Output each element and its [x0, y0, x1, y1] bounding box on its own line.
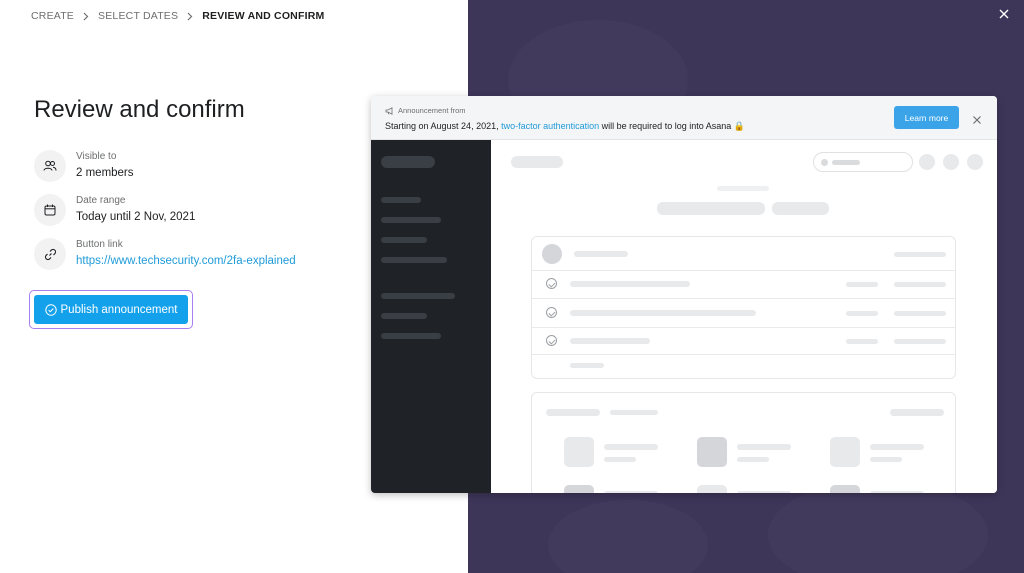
skeleton-bar — [604, 491, 658, 493]
skeleton-bar — [381, 257, 447, 263]
divider — [532, 354, 955, 355]
detail-date-range: Date range Today until 2 Nov, 2021 — [34, 194, 195, 226]
skeleton-bar — [870, 444, 924, 450]
skeleton-card — [531, 236, 956, 379]
skeleton-bar — [737, 444, 791, 450]
chevron-right-icon — [187, 12, 193, 21]
announcement-from: Announcement from — [385, 106, 466, 115]
skeleton-tile — [564, 437, 594, 467]
skeleton-tile — [830, 437, 860, 467]
preview-sidebar — [371, 140, 491, 493]
skeleton-bar — [570, 338, 650, 344]
date-range-label: Date range — [76, 195, 126, 206]
publish-button-focus-ring: Publish announcement — [29, 290, 193, 329]
learn-more-button[interactable]: Learn more — [894, 106, 959, 129]
skeleton-bar — [737, 491, 791, 493]
megaphone-icon — [385, 106, 394, 115]
breadcrumb-select-dates[interactable]: SELECT DATES — [98, 10, 178, 22]
skeleton-bar — [894, 339, 946, 344]
skeleton-bar — [546, 409, 600, 416]
check-icon — [546, 307, 557, 318]
detail-visible-to: Visible to 2 members — [34, 150, 134, 182]
skeleton-bar — [832, 160, 860, 165]
skeleton-bar — [657, 202, 765, 215]
skeleton-tile — [830, 485, 860, 493]
publish-announcement-button[interactable]: Publish announcement — [34, 295, 188, 324]
detail-button-link: Button link https://www.techsecurity.com… — [34, 238, 296, 270]
skeleton-bar — [381, 333, 441, 339]
skeleton-bar — [846, 282, 878, 287]
backdrop-texture — [548, 500, 708, 573]
skeleton-bar — [846, 311, 878, 316]
visible-to-label: Visible to — [76, 151, 117, 162]
announcement-preview: Announcement from Starting on August 24,… — [371, 96, 997, 493]
skeleton-bar — [381, 237, 427, 243]
skeleton-bar — [381, 197, 421, 203]
skeleton-bar — [570, 281, 690, 287]
check-icon — [546, 278, 557, 289]
divider — [532, 298, 955, 299]
skeleton-avatar — [943, 154, 959, 170]
preview-main — [491, 140, 997, 493]
button-link-url[interactable]: https://www.techsecurity.com/2fa-explain… — [76, 255, 296, 267]
publish-button-label: Publish announcement — [60, 303, 178, 316]
date-range-value: Today until 2 Nov, 2021 — [76, 211, 196, 223]
skeleton-bar — [574, 251, 628, 257]
button-link-label: Button link — [76, 239, 123, 250]
skeleton-bar — [381, 156, 435, 168]
skeleton-bar — [890, 409, 944, 416]
skeleton-bar — [604, 457, 636, 462]
skeleton-dot — [821, 159, 828, 166]
skeleton-bar — [570, 310, 756, 316]
breadcrumb-create[interactable]: CREATE — [31, 10, 74, 22]
banner-close-icon[interactable] — [972, 112, 982, 124]
skeleton-bar — [570, 363, 604, 368]
skeleton-bar — [511, 156, 563, 168]
check-circle-icon — [44, 303, 57, 316]
skeleton-bar — [717, 186, 769, 191]
skeleton-bar — [846, 339, 878, 344]
visible-to-value: 2 members — [76, 167, 134, 179]
breadcrumb-review-and-confirm: REVIEW AND CONFIRM — [202, 10, 325, 22]
skeleton-avatar — [919, 154, 935, 170]
skeleton-search — [813, 152, 913, 172]
announcement-message-text: Starting on August 24, 2021, — [385, 121, 502, 131]
skeleton-tile — [564, 485, 594, 493]
skeleton-tile — [697, 437, 727, 467]
calendar-icon — [34, 194, 66, 226]
check-icon — [546, 335, 557, 346]
skeleton-bar — [381, 293, 455, 299]
skeleton-bar — [381, 217, 441, 223]
close-icon[interactable] — [997, 7, 1011, 21]
chevron-right-icon — [83, 12, 89, 21]
skeleton-bar — [772, 202, 829, 215]
skeleton-bar — [610, 410, 658, 415]
breadcrumb: CREATE SELECT DATES REVIEW AND CONFIRM — [31, 10, 324, 22]
skeleton-bar — [604, 444, 658, 450]
link-icon — [34, 238, 66, 270]
announcement-message-text: will be required to log into Asana 🔒 — [599, 121, 745, 131]
announcement-message-link[interactable]: two-factor authentication — [501, 121, 599, 131]
skeleton-card — [531, 392, 956, 493]
skeleton-bar — [381, 313, 427, 319]
divider — [532, 270, 955, 271]
skeleton-tile — [697, 485, 727, 493]
announcement-banner: Announcement from Starting on August 24,… — [371, 96, 997, 140]
skeleton-bar — [870, 491, 924, 493]
users-icon — [34, 150, 66, 182]
skeleton-bar — [870, 457, 902, 462]
skeleton-bar — [894, 311, 946, 316]
backdrop-texture — [768, 480, 988, 573]
divider — [532, 327, 955, 328]
skeleton-bar — [894, 252, 946, 257]
announcement-message: Starting on August 24, 2021, two-factor … — [385, 121, 745, 132]
announcement-from-label: Announcement from — [398, 106, 466, 115]
skeleton-bar — [894, 282, 946, 287]
skeleton-avatar — [967, 154, 983, 170]
page-title: Review and confirm — [34, 96, 245, 123]
skeleton-bar — [737, 457, 769, 462]
skeleton-avatar — [542, 244, 562, 264]
